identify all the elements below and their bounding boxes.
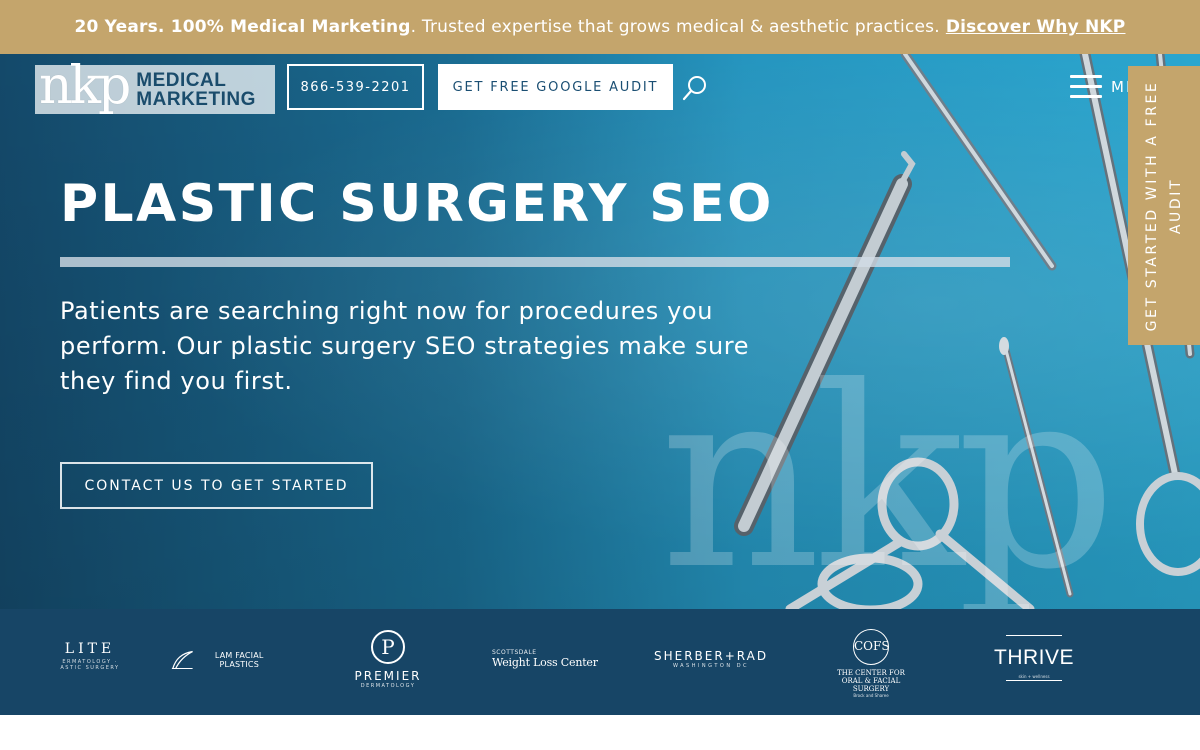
page-title: PLASTIC SURGERY SEO: [60, 174, 774, 234]
thrive-name: THRIVE: [994, 646, 1075, 669]
client-logo-thrive[interactable]: THRIVE skin + wellness: [994, 635, 1074, 681]
announcement-text: . Trusted expertise that grows medical &…: [410, 17, 940, 37]
client-logo-premier[interactable]: P PREMIER DERMATOLOGY: [348, 630, 428, 689]
google-audit-button[interactable]: GET FREE GOOGLE AUDIT: [438, 64, 673, 110]
client-logo-weight-loss[interactable]: SCOTTSDALE Weight Loss Center: [492, 649, 606, 669]
weight-sub: SCOTTSDALE: [492, 649, 537, 656]
announcement-bar: 20 Years. 100% Medical Marketing . Trust…: [0, 0, 1200, 54]
announcement-bold: 20 Years. 100% Medical Marketing: [74, 17, 411, 37]
center-sub: Brock and Sharee: [853, 693, 889, 698]
premier-monogram: P: [371, 630, 405, 664]
logo-line-2: MARKETING: [136, 88, 256, 110]
client-logo-center-oral-facial[interactable]: COFS THE CENTER FOR ORAL & FACIAL SURGER…: [826, 629, 916, 698]
discover-why-link[interactable]: Discover Why NKP: [946, 17, 1126, 37]
free-audit-side-tab[interactable]: GET STARTED WITH A FREE AUDIT: [1128, 66, 1200, 345]
hamburger-icon[interactable]: [1070, 75, 1102, 99]
logo-wordmark: MEDICAL MARKETING: [136, 71, 256, 109]
side-tab-label: GET STARTED WITH A FREE AUDIT: [1144, 80, 1184, 331]
leaf-icon: [171, 650, 193, 669]
client-logos-strip: LITE ERMATOLOGY · ASTIC SURGERY LAM FACI…: [0, 609, 1200, 715]
lam-name: LAM FACIAL PLASTICS: [214, 651, 264, 669]
lite-name: LITE: [64, 641, 116, 657]
hero-section: nkp nkp MEDICAL MARKETING 866-539-2201 G…: [0, 54, 1200, 609]
premier-name: PREMIER: [354, 669, 422, 683]
thrive-frame: THRIVE skin + wellness: [994, 635, 1074, 681]
logo-line-1: MEDICAL: [136, 69, 227, 91]
hero-description: Patients are searching right now for pro…: [60, 297, 750, 395]
sherber-sub: WASHINGTON DC: [672, 663, 750, 669]
contact-cta-button[interactable]: CONTACT US TO GET STARTED: [60, 462, 373, 509]
client-logo-lam[interactable]: LAM FACIAL PLASTICS: [170, 649, 282, 671]
logo-mark: nkp: [39, 55, 131, 116]
center-name: THE CENTER FOR ORAL & FACIAL SURGERY: [837, 669, 905, 693]
phone-button[interactable]: 866-539-2201: [287, 64, 424, 110]
client-logo-sherber[interactable]: SHERBER+RAD WASHINGTON DC: [654, 649, 768, 669]
sherber-name: SHERBER+RAD: [654, 649, 769, 663]
weight-name: Weight Loss Center: [492, 656, 598, 669]
premier-sub: DERMATOLOGY: [360, 683, 416, 689]
search-icon[interactable]: [681, 74, 709, 102]
thrive-sub: skin + wellness: [1018, 674, 1050, 679]
nkp-logo[interactable]: nkp MEDICAL MARKETING: [35, 60, 275, 114]
center-monogram: COFS: [853, 629, 890, 665]
title-divider: [60, 257, 1010, 267]
client-logo-lite[interactable]: LITE ERMATOLOGY · ASTIC SURGERY: [52, 641, 128, 671]
lite-sub: ERMATOLOGY · ASTIC SURGERY: [60, 659, 120, 671]
